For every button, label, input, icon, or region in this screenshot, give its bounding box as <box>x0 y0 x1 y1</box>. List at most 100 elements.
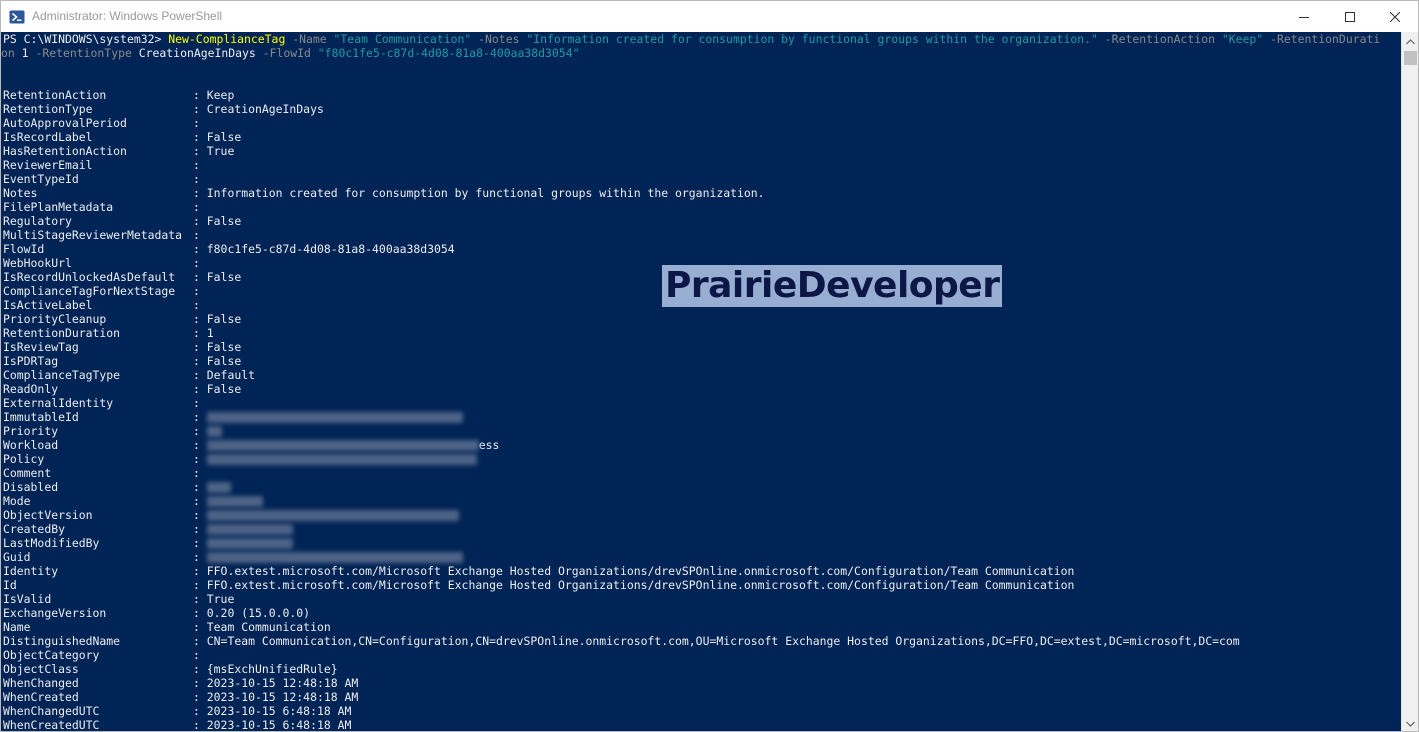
minimize-icon <box>1299 12 1309 22</box>
property-name: WebHookUrl <box>3 256 72 270</box>
parameter-flow-id: -FlowId <box>255 46 318 60</box>
property-value: False <box>206 312 242 326</box>
maximize-button[interactable] <box>1327 1 1373 32</box>
property-separator: : <box>193 158 207 172</box>
property-value: False <box>206 214 242 228</box>
output-row: IsValid: True <box>3 592 234 606</box>
property-name: ObjectVersion <box>3 508 93 522</box>
property-name: FilePlanMetadata <box>3 200 114 214</box>
property-value-tail: ess <box>478 438 500 452</box>
output-row: HasRetentionAction: True <box>3 144 234 158</box>
parameter-value-retention-type: CreationAgeInDays <box>138 46 256 60</box>
minimize-button[interactable] <box>1281 1 1327 32</box>
redacted-value <box>206 412 463 423</box>
property-name: FlowId <box>3 242 45 256</box>
property-separator: : <box>193 578 207 592</box>
property-separator: : <box>193 410 207 424</box>
output-row: IsReviewTag: False <box>3 340 241 354</box>
property-name: RetentionDuration <box>3 326 121 340</box>
output-row: ExternalIdentity: <box>3 396 207 410</box>
property-name: WhenCreated <box>3 690 79 704</box>
property-value: FFO.extest.microsoft.com/Microsoft Excha… <box>206 564 1075 578</box>
vertical-scrollbar[interactable] <box>1401 32 1418 732</box>
output-row: FilePlanMetadata: <box>3 200 207 214</box>
scroll-down-arrow-icon <box>1406 714 1415 732</box>
scroll-up-button[interactable] <box>1402 32 1418 49</box>
output-row: WebHookUrl: <box>3 256 207 270</box>
property-value: False <box>206 340 242 354</box>
property-name: IsPDRTag <box>3 354 59 368</box>
output-row: ObjectCategory: <box>3 648 207 662</box>
property-value: 0.20 (15.0.0.0) <box>206 606 311 620</box>
property-name: ReviewerEmail <box>3 158 93 172</box>
property-separator: : <box>193 452 207 466</box>
output-row: Notes: Information created for consumpti… <box>3 186 765 200</box>
parameter-retention-duration-part1: -RetentionDurati <box>1263 32 1381 46</box>
output-row: RetentionType: CreationAgeInDays <box>3 102 324 116</box>
property-name: ObjectCategory <box>3 648 100 662</box>
property-separator: : <box>193 130 207 144</box>
output-row: Name: Team Communication <box>3 620 331 634</box>
property-separator: : <box>193 172 207 186</box>
close-button[interactable] <box>1372 1 1418 32</box>
property-separator: : <box>193 676 207 690</box>
output-row: ImmutableId: <box>3 410 463 424</box>
property-separator: : <box>193 494 207 508</box>
output-row: ExchangeVersion: 0.20 (15.0.0.0) <box>3 606 310 620</box>
property-value: 2023-10-15 12:48:18 AM <box>206 690 359 704</box>
output-row: IsActiveLabel: <box>3 298 207 312</box>
parameter-value-name: "Team Communication" <box>333 32 472 46</box>
output-row: ComplianceTagForNextStage: <box>3 284 207 298</box>
property-value: False <box>206 130 242 144</box>
property-name: Disabled <box>3 480 59 494</box>
property-separator: : <box>193 424 207 438</box>
property-name: ObjectClass <box>3 662 79 676</box>
property-name: AutoApprovalPeriod <box>3 116 127 130</box>
property-name: RetentionType <box>3 102 93 116</box>
parameter-retention-duration-part2: on <box>1 46 22 60</box>
property-name: IsActiveLabel <box>3 298 93 312</box>
property-separator: : <box>193 102 207 116</box>
parameter-name: -Name <box>285 32 334 46</box>
property-name: Workload <box>3 438 59 452</box>
property-separator: : <box>193 186 207 200</box>
output-row: RetentionDuration: 1 <box>3 326 214 340</box>
property-name: ComplianceTagType <box>3 368 121 382</box>
property-separator: : <box>193 116 207 130</box>
property-separator: : <box>193 214 207 228</box>
property-separator: : <box>193 522 207 536</box>
property-separator: : <box>193 662 207 676</box>
property-name: Identity <box>3 564 59 578</box>
property-name: RetentionAction <box>3 88 107 102</box>
property-name: IsValid <box>3 592 52 606</box>
parameter-value-notes: "Information created for consumption by … <box>526 32 1098 46</box>
property-separator: : <box>193 144 207 158</box>
title-bar[interactable]: Administrator: Windows PowerShell <box>1 1 1418 32</box>
property-name: Notes <box>3 186 38 200</box>
output-row: WhenChangedUTC: 2023-10-15 6:48:18 AM <box>3 704 351 718</box>
redacted-value <box>206 482 231 493</box>
scrollbar-thumb[interactable] <box>1404 51 1417 65</box>
property-value: True <box>206 592 235 606</box>
property-separator: : <box>193 88 207 102</box>
property-separator: : <box>193 592 207 606</box>
prompt: PS C:\WINDOWS\system32> <box>3 32 169 46</box>
output-row: WhenCreatedUTC: 2023-10-15 6:48:18 AM <box>3 718 351 731</box>
redacted-value <box>206 552 463 563</box>
property-name: Policy <box>3 452 45 466</box>
property-separator: : <box>193 270 207 284</box>
property-name: HasRetentionAction <box>3 144 127 158</box>
property-separator: : <box>193 396 207 410</box>
property-separator: : <box>193 256 207 270</box>
scroll-down-button[interactable] <box>1402 714 1418 732</box>
property-separator: : <box>193 508 207 522</box>
property-name: ExternalIdentity <box>3 396 114 410</box>
property-name: ComplianceTagForNextStage <box>3 284 176 298</box>
output-row: Regulatory: False <box>3 214 241 228</box>
output-row: AutoApprovalPeriod: <box>3 116 207 130</box>
property-name: MultiStageReviewerMetadata <box>3 228 183 242</box>
console-output[interactable]: PS C:\WINDOWS\system32> New-ComplianceTa… <box>1 32 1401 731</box>
output-row: DistinguishedName: CN=Team Communication… <box>3 634 1240 648</box>
powershell-window: Administrator: Windows PowerShell PS C:\… <box>0 0 1419 732</box>
output-row: Id: FFO.extest.microsoft.com/Microsoft E… <box>3 578 1074 592</box>
